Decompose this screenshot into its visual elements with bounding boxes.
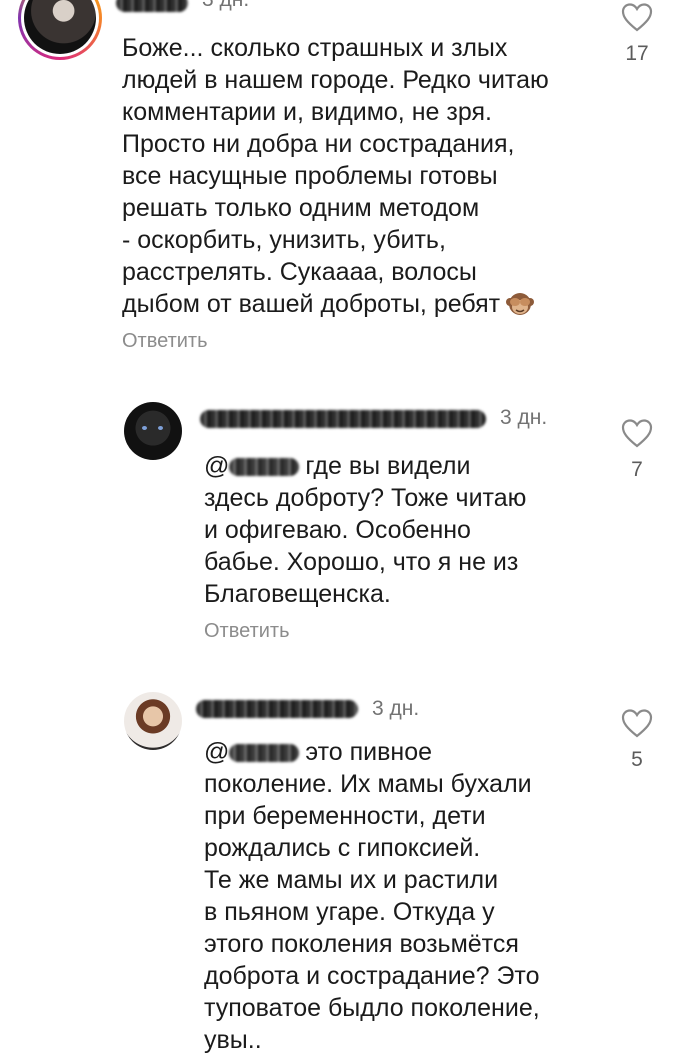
username-redacted[interactable] <box>200 410 486 428</box>
comment-text: @ где вы видели здесь доброту? Тоже читаю… <box>204 452 527 608</box>
avatar[interactable] <box>124 692 182 750</box>
username-redacted[interactable] <box>196 700 358 718</box>
reply-button[interactable]: Ответить <box>204 620 290 643</box>
like-column: 7 <box>617 418 657 482</box>
like-count: 5 <box>631 748 643 771</box>
mention-redacted[interactable] <box>229 458 300 477</box>
like-column: 5 <box>617 708 657 772</box>
comment-time: 3 дн. <box>500 406 548 429</box>
comment-text: @ это пивное поколение. Их мамы бухали пр… <box>204 738 540 1054</box>
comment-time: 3 дн. <box>202 0 249 12</box>
like-count: 17 <box>625 42 649 65</box>
see-no-evil-monkey-icon <box>506 290 535 316</box>
username-redacted[interactable] <box>116 0 188 12</box>
avatar[interactable] <box>124 402 182 460</box>
like-column: 17 <box>617 2 657 66</box>
like-count: 7 <box>631 458 643 481</box>
reply-button[interactable]: Ответить <box>122 330 208 353</box>
mention-redacted[interactable] <box>229 744 300 763</box>
heart-icon[interactable] <box>621 418 653 448</box>
avatar[interactable] <box>18 0 102 60</box>
comment-time: 3 дн. <box>372 697 420 720</box>
heart-icon[interactable] <box>621 708 653 738</box>
comment-text: Боже... сколько страшных и злых людей в … <box>122 34 549 318</box>
heart-icon[interactable] <box>621 2 653 32</box>
